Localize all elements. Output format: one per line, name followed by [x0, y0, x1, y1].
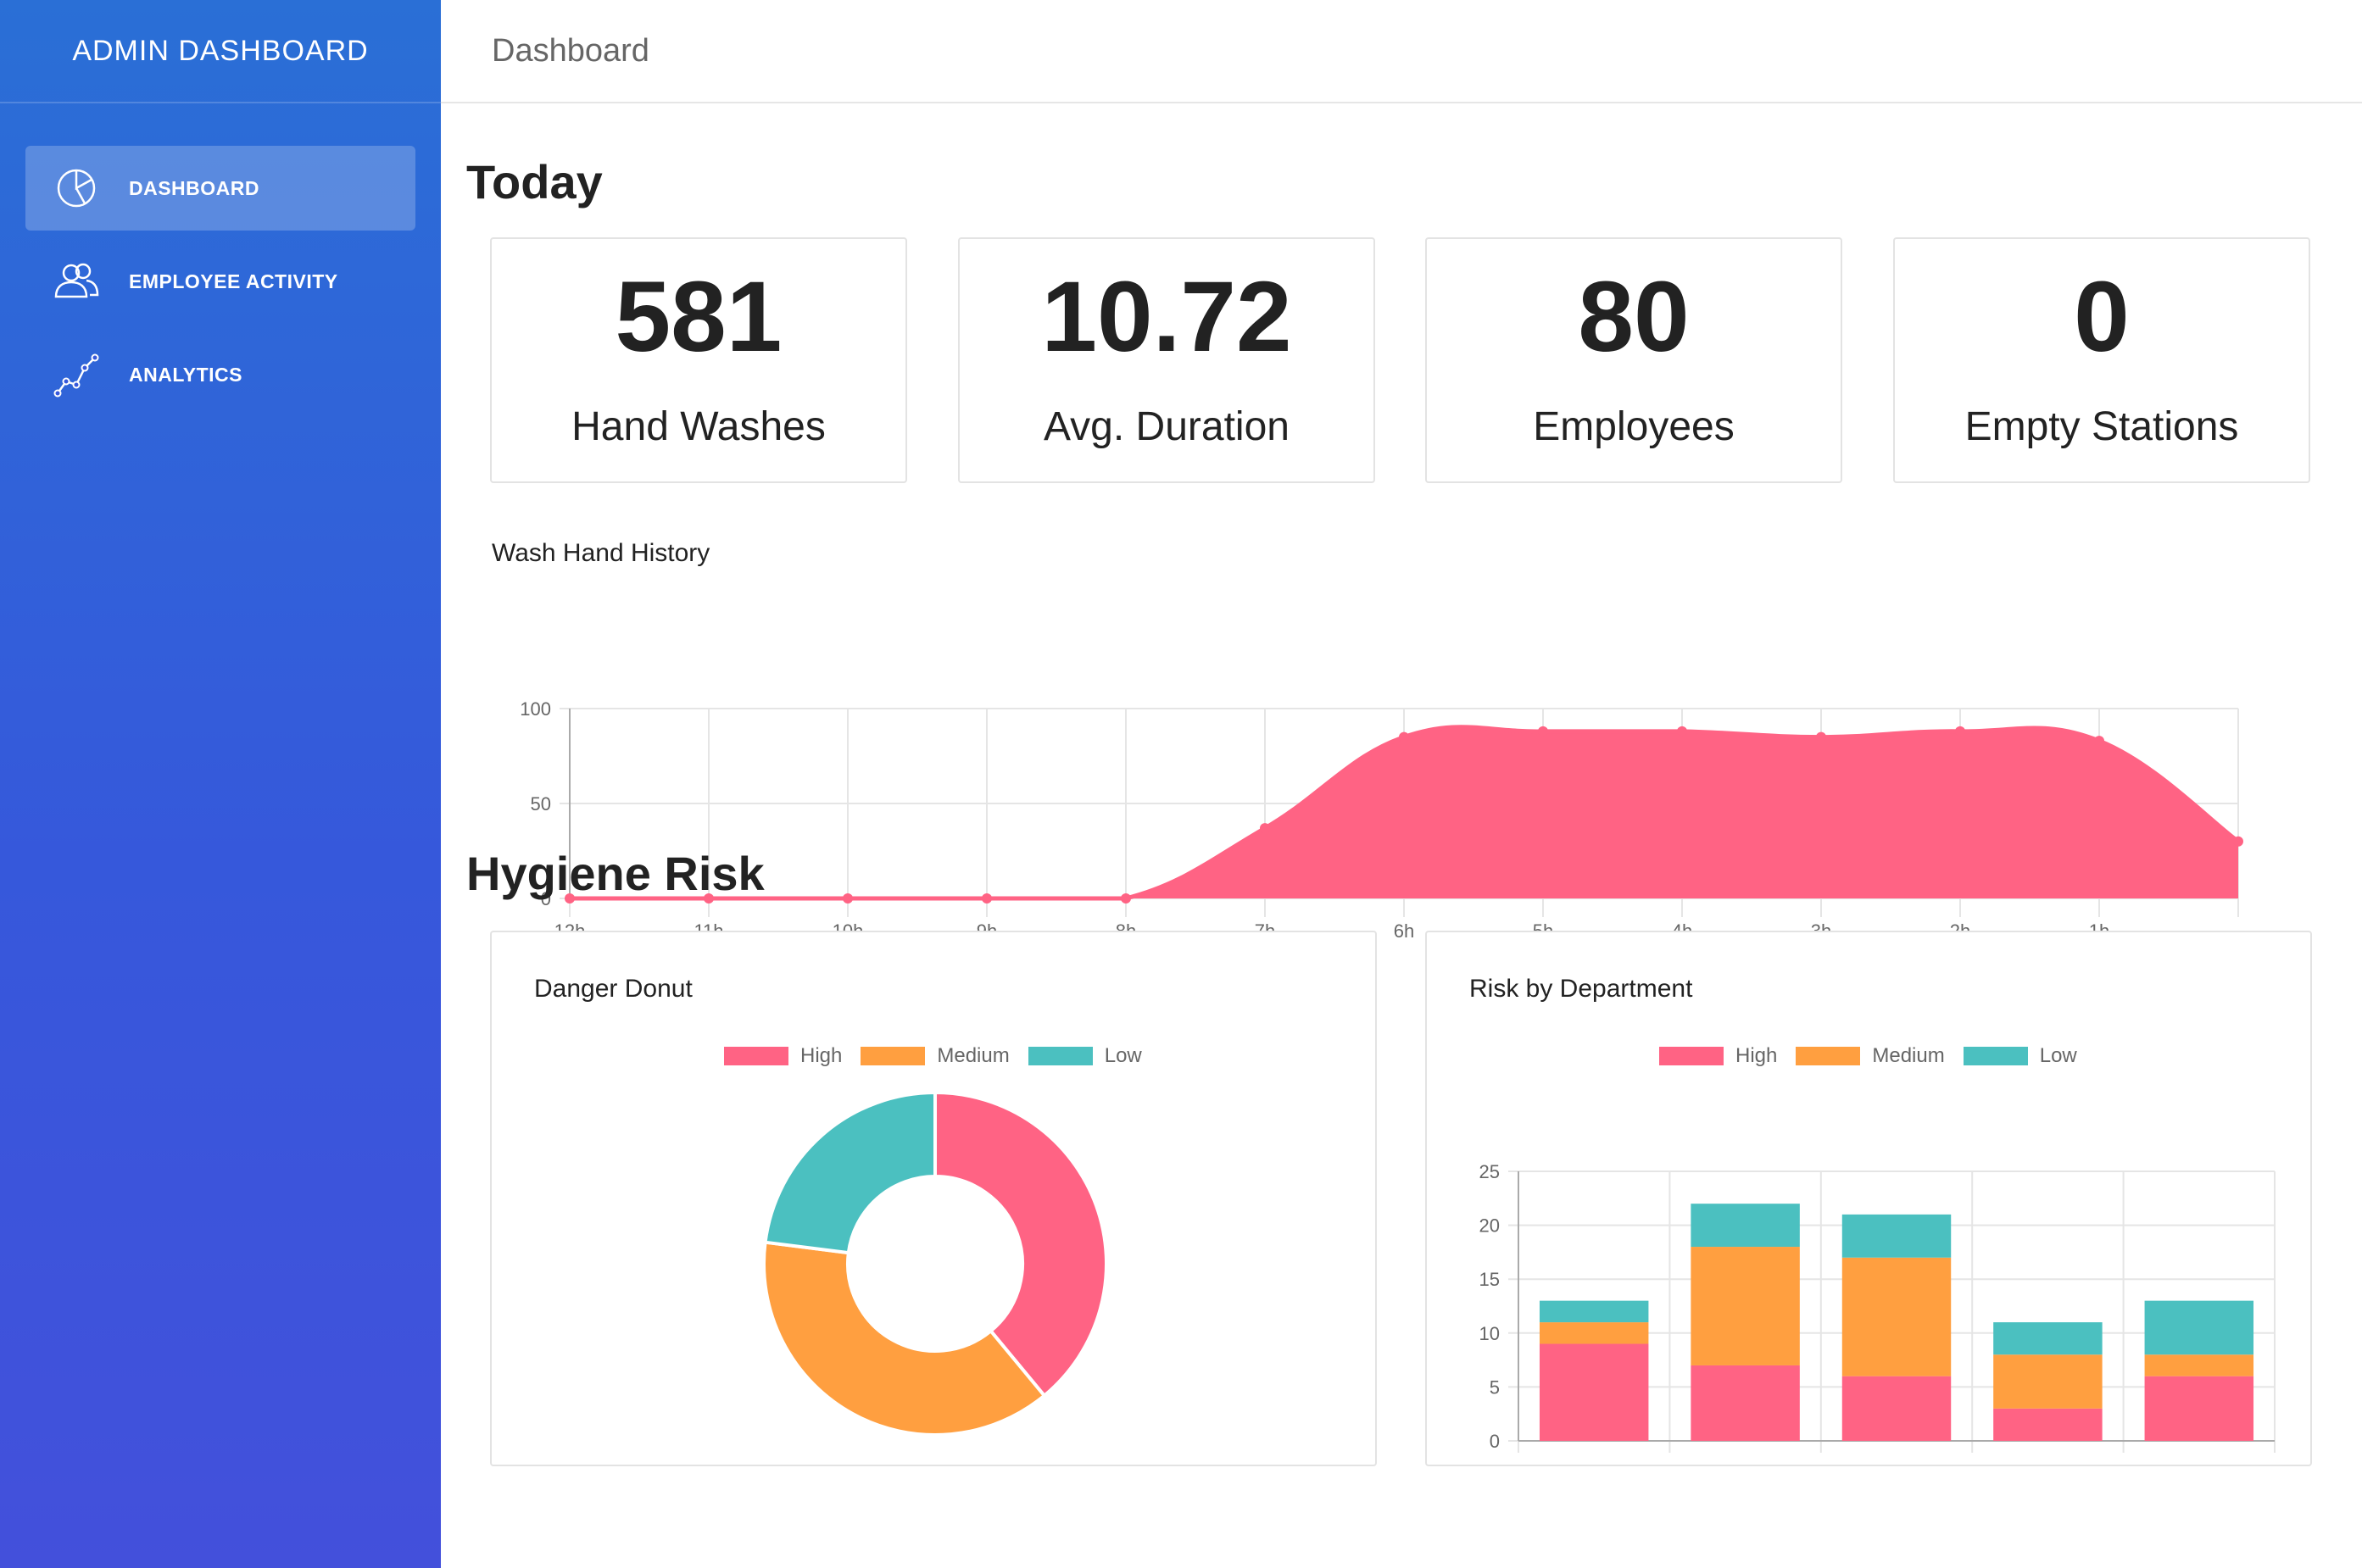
- legend-label: Low: [1104, 1044, 1142, 1067]
- bar-medium: [1841, 1257, 1952, 1376]
- legend-swatch: [724, 1047, 788, 1065]
- bar-chart-title: Risk by Department: [1469, 975, 1693, 1003]
- bar-low: [1691, 1204, 1800, 1248]
- x-tick-label: Radiotherapy: [1536, 1457, 1652, 1458]
- x-tick-label: ICU: [1729, 1457, 1763, 1458]
- sidebar: ADMIN DASHBOARD DASHBOARD EMPLOYEE ACTIV…: [0, 0, 441, 1568]
- data-point: [2233, 836, 2243, 847]
- legend-label: Medium: [937, 1044, 1010, 1067]
- page-title: Dashboard: [492, 32, 649, 69]
- data-point: [1121, 893, 1131, 904]
- stat-value: 10.72: [1041, 261, 1292, 373]
- donut-legend: High Medium Low: [724, 1044, 1161, 1068]
- data-point: [843, 893, 853, 904]
- sidebar-item-label: DASHBOARD: [129, 176, 259, 199]
- donut-chart-title: Danger Donut: [534, 975, 693, 1003]
- x-tick-label: A&E: [2028, 1457, 2067, 1458]
- bar-high: [1691, 1365, 1800, 1441]
- legend-swatch: [1028, 1047, 1093, 1065]
- x-tick-label: Pharmacy: [2155, 1457, 2243, 1458]
- sidebar-nav: DASHBOARD EMPLOYEE ACTIVITY ANALYTICS: [0, 103, 441, 417]
- bar-low: [1841, 1214, 1952, 1258]
- stat-label: Employees: [1533, 403, 1735, 449]
- sidebar-item-dashboard[interactable]: DASHBOARD: [25, 146, 415, 231]
- data-point: [1677, 726, 1687, 737]
- y-tick-label: 5: [1490, 1376, 1500, 1398]
- stat-value: 581: [615, 261, 783, 373]
- stat-label: Avg. Duration: [1044, 403, 1290, 449]
- stat-card-hand-washes: 581 Hand Washes: [490, 237, 907, 483]
- bar-high: [1993, 1408, 2103, 1441]
- legend-label: High: [800, 1044, 843, 1067]
- bar-high: [1539, 1343, 1649, 1441]
- data-point: [1399, 731, 1409, 742]
- series-area: [570, 726, 2238, 898]
- history-chart: 05010012h11h10h9h8h7h6h5h4h3h2h1h: [520, 698, 2243, 942]
- bar-low: [1993, 1322, 2103, 1355]
- hygiene-risk-heading: Hygiene Risk: [466, 847, 765, 900]
- y-tick-label: 50: [531, 793, 551, 815]
- top-bar: Dashboard: [441, 0, 2362, 103]
- bar-high: [1841, 1376, 1952, 1441]
- bar-medium: [1691, 1247, 1800, 1365]
- sidebar-item-label: ANALYTICS: [129, 363, 242, 386]
- app-brand: ADMIN DASHBOARD: [0, 0, 441, 103]
- line-chart-icon: [53, 351, 100, 398]
- y-tick-label: 20: [1479, 1215, 1500, 1237]
- data-point: [1538, 726, 1548, 737]
- bar-medium: [1993, 1354, 2103, 1409]
- stat-label: Hand Washes: [571, 403, 826, 449]
- sidebar-item-label: EMPLOYEE ACTIVITY: [129, 270, 338, 292]
- danger-donut-panel: Danger Donut High Medium Low: [490, 931, 1377, 1466]
- history-chart-title: Wash Hand History: [492, 539, 710, 567]
- sidebar-item-analytics[interactable]: ANALYTICS: [25, 332, 415, 417]
- y-tick-label: 10: [1479, 1323, 1500, 1344]
- data-point: [1260, 823, 1270, 834]
- x-tick-label: 6h: [1394, 920, 1414, 942]
- bar-medium: [1539, 1322, 1649, 1344]
- legend-item-medium[interactable]: Medium: [861, 1044, 1010, 1068]
- data-point: [1816, 731, 1826, 742]
- y-tick-label: 25: [1479, 1161, 1500, 1182]
- legend-swatch: [861, 1047, 926, 1065]
- y-tick-label: 0: [1490, 1431, 1500, 1452]
- legend-item-low[interactable]: Low: [1028, 1044, 1142, 1068]
- risk-by-department-panel: Risk by Department High Medium Low 0 5 10 1…: [1425, 931, 2312, 1466]
- stat-label: Empty Stations: [1964, 403, 2239, 449]
- x-tick-label: Cardiology: [1850, 1457, 1943, 1458]
- data-point: [982, 893, 992, 904]
- today-heading: Today: [466, 155, 603, 209]
- bar-chart: 0 5 10 15 20 25 Radiotherapy ICU Cardiology A&E Ph…: [1479, 1161, 2276, 1458]
- stat-card-employees: 80 Employees: [1425, 237, 1842, 483]
- bar-low: [2144, 1300, 2254, 1355]
- users-icon: [53, 258, 100, 305]
- sidebar-item-employee-activity[interactable]: EMPLOYEE ACTIVITY: [25, 239, 415, 324]
- main-content: Today 581 Hand Washes 10.72 Avg. Duratio…: [441, 103, 2362, 1568]
- bar-high: [2144, 1376, 2254, 1441]
- stat-card-avg-duration: 10.72 Avg. Duration: [958, 237, 1375, 483]
- legend-item-high[interactable]: High: [724, 1044, 842, 1068]
- data-point: [2094, 736, 2104, 747]
- data-point: [1955, 726, 1965, 737]
- y-tick-label: 15: [1479, 1269, 1500, 1290]
- donut-chart: [762, 1090, 1108, 1437]
- stat-value: 0: [2074, 261, 2130, 373]
- stat-value: 80: [1578, 261, 1690, 373]
- bar-low: [1539, 1300, 1649, 1323]
- bar-medium: [2144, 1354, 2254, 1376]
- donut-slice-low: [763, 1090, 937, 1255]
- y-tick-label: 100: [520, 698, 551, 720]
- stat-card-empty-stations: 0 Empty Stations: [1893, 237, 2310, 483]
- pie-chart-icon: [53, 164, 100, 212]
